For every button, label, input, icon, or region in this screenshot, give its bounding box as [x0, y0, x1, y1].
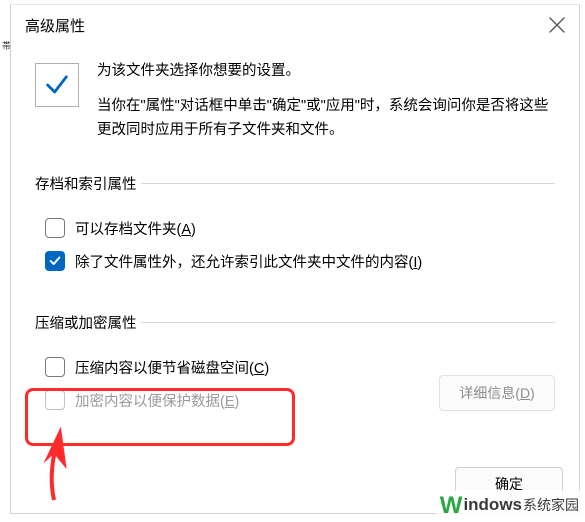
checkbox-icon[interactable] [45, 251, 65, 271]
intro-section: 为该文件夹选择你想要的设置。 当你在"属性"对话框中单击"确定"或"应用"时，系… [35, 59, 555, 143]
close-icon[interactable] [545, 13, 569, 37]
checkbox-icon[interactable] [45, 218, 65, 238]
group-legend-compress: 压缩或加密属性 [35, 312, 555, 333]
background-fragment: 帯 [0, 0, 10, 90]
advanced-attributes-dialog: 高级属性 为该文件夹选择你想要的设置。 当你在"属性"对话框中单击"确定"或"应… [10, 4, 580, 514]
dialog-content: 为该文件夹选择你想要的设置。 当你在"属性"对话框中单击"确定"或"应用"时，系… [11, 45, 579, 411]
checkbox-label: 除了文件属性外，还允许索引此文件夹中文件的内容(I) [75, 251, 422, 272]
group-legend-archive: 存档和索引属性 [35, 173, 555, 194]
checkbox-icon [45, 390, 65, 410]
dialog-footer: 确定 [455, 467, 563, 501]
details-button: 详细信息(D) [439, 375, 555, 411]
checkbox-icon[interactable] [45, 357, 65, 377]
checkbox-label: 压缩内容以便节省磁盘空间(C) [75, 357, 269, 378]
intro-body: 当你在"属性"对话框中单击"确定"或"应用"时，系统会询问你是否将这些更改同时应… [97, 94, 555, 143]
index-checkbox-row[interactable]: 除了文件属性外，还允许索引此文件夹中文件的内容(I) [43, 245, 555, 278]
archive-index-group: 存档和索引属性 可以存档文件夹(A) 除了文件属性外，还允许索引此文件夹中文件的… [35, 173, 555, 278]
intro-text: 为该文件夹选择你想要的设置。 当你在"属性"对话框中单击"确定"或"应用"时，系… [97, 59, 555, 143]
archive-checkbox-row[interactable]: 可以存档文件夹(A) [43, 212, 555, 245]
checkmark-icon [35, 63, 79, 107]
compress-encrypt-group: 压缩或加密属性 压缩内容以便节省磁盘空间(C) 加密内容以便保护数据(E) 详细… [35, 312, 555, 411]
dialog-title: 高级属性 [25, 15, 85, 36]
intro-heading: 为该文件夹选择你想要的设置。 [97, 59, 555, 84]
ok-button[interactable]: 确定 [455, 467, 563, 501]
checkbox-label: 可以存档文件夹(A) [75, 218, 196, 239]
titlebar: 高级属性 [11, 5, 579, 45]
checkbox-label: 加密内容以便保护数据(E) [75, 390, 239, 411]
